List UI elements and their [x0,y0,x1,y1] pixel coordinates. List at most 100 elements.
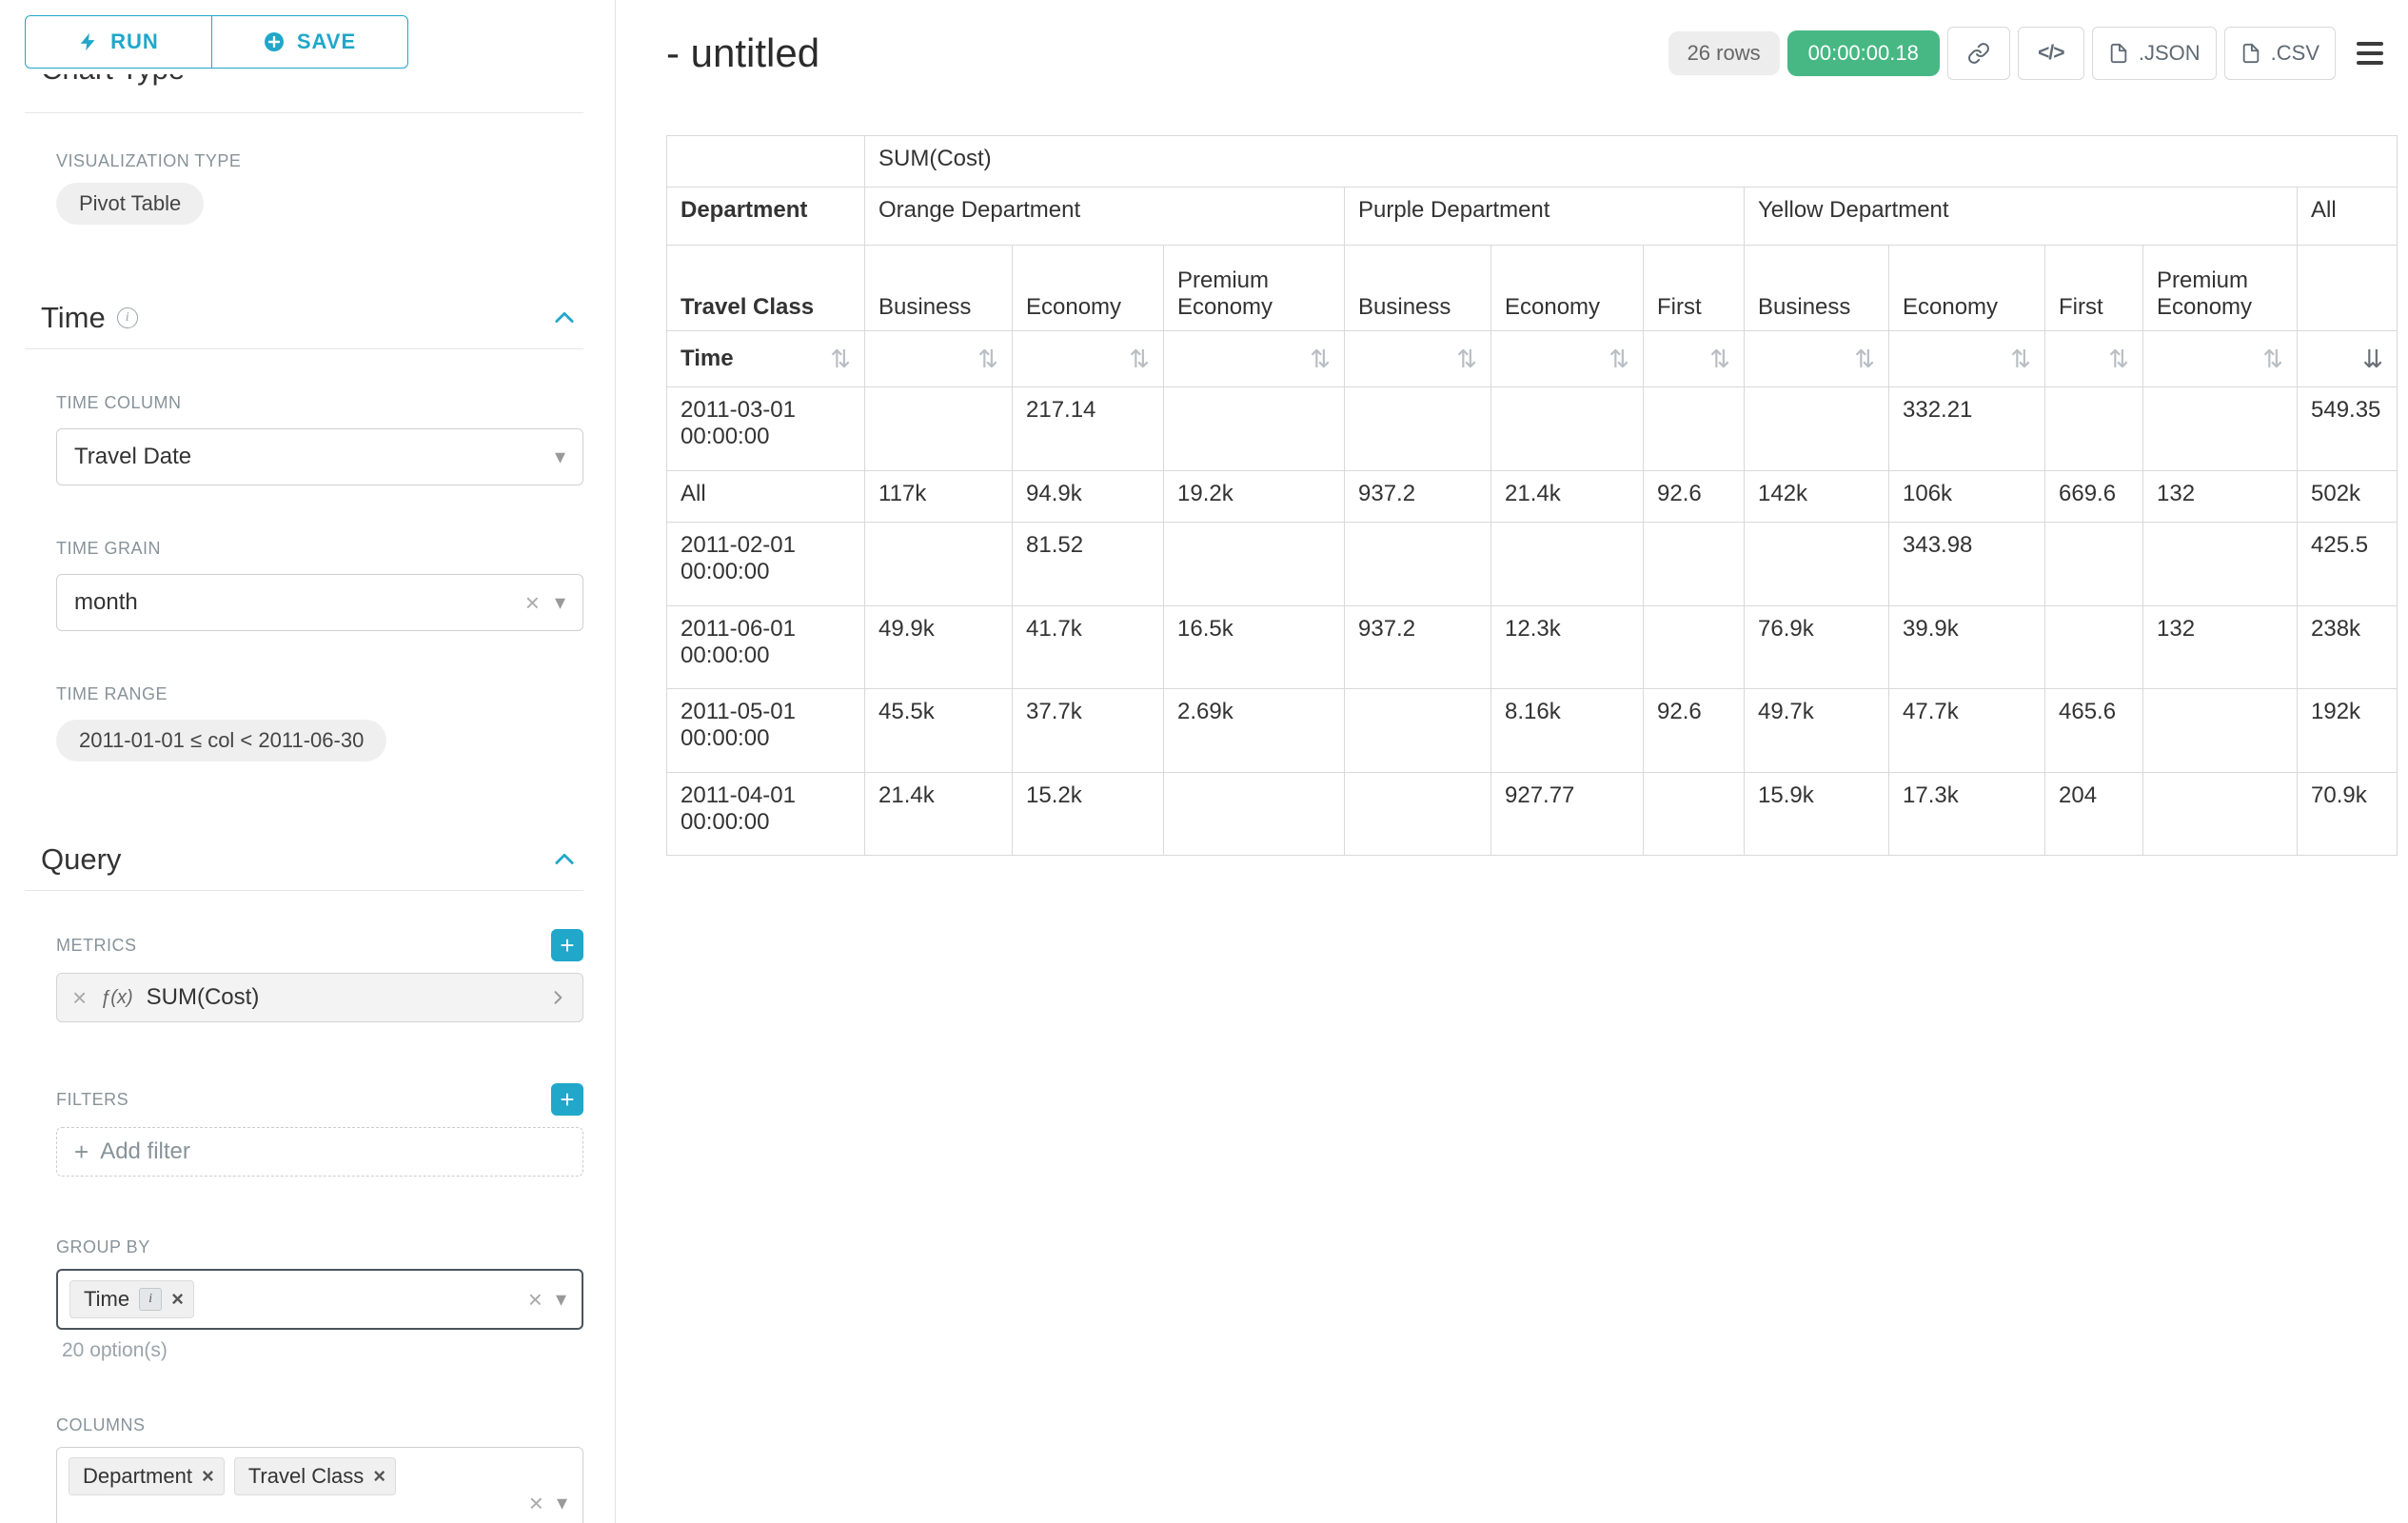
add-filter-plus-button[interactable]: + [551,1083,583,1116]
sort-icon[interactable]: ⇅ [1129,346,1150,371]
section-divider [25,348,583,349]
cell: 49.9k [865,606,1013,689]
travel-class-axis-label: Travel Class [667,246,865,331]
class-header: Premium Economy [2143,246,2298,331]
plus-icon: + [74,1137,89,1167]
clear-icon[interactable]: × [528,1287,543,1312]
add-filter-button[interactable]: + Add filter [56,1127,583,1177]
corner-cell [667,136,865,188]
remove-metric-icon[interactable]: × [72,985,87,1010]
time-column-select[interactable]: Travel Date ▾ [56,428,583,485]
cell: 76.9k [1745,606,1889,689]
row-label-cell: All [667,471,865,523]
sort-icon[interactable]: ⇅ [1854,346,1875,371]
file-icon [2240,43,2261,64]
filters-label: FILTERS [56,1090,128,1110]
more-options-button[interactable] [2343,27,2397,80]
row-label-cell: 2011-06-01 00:00:00 [667,606,865,689]
sort-desc-icon[interactable]: ⇊ [2362,346,2383,371]
sort-icon[interactable]: ⇅ [1609,346,1629,371]
cell: 425.5 [2298,523,2398,606]
cell [1644,773,1745,856]
sort-cell: ⇅ [1745,331,1889,387]
time-grain-select[interactable]: month × ▾ [56,574,583,631]
sort-icon[interactable]: ⇅ [830,346,851,371]
share-link-button[interactable] [1947,27,2010,80]
cell: 70.9k [2298,773,2398,856]
cell: 549.35 [2298,387,2398,471]
sort-cell: ⇅ [1013,331,1164,387]
class-header-empty [2298,246,2398,331]
chip-label: Travel Class [248,1464,364,1489]
cell [1644,523,1745,606]
remove-chip-icon[interactable]: × [202,1466,214,1487]
metric-chip[interactable]: × ƒ(x) SUM(Cost) [56,973,583,1022]
department-header-row: Department Orange Department Purple Depa… [667,188,2398,246]
cell [1164,387,1345,471]
add-metric-button[interactable]: + [551,929,583,961]
columns-chip-department: Department × [69,1457,225,1495]
remove-chip-icon[interactable]: × [373,1466,385,1487]
hamburger-icon [2357,51,2383,55]
visualization-type-pill[interactable]: Pivot Table [56,183,204,225]
sort-icon[interactable]: ⇅ [977,346,998,371]
row-count-badge: 26 rows [1668,31,1780,75]
cell: 92.6 [1644,689,1745,773]
cell: 17.3k [1889,773,2045,856]
info-icon: i [117,307,138,328]
sort-icon[interactable]: ⇅ [1456,346,1477,371]
chip-label: Time [84,1287,129,1312]
cell: 332.21 [1889,387,2045,471]
sort-cell: ⇅ [1889,331,2045,387]
sort-icon[interactable]: ⇅ [2262,346,2283,371]
metric-header-row: SUM(Cost) [667,136,2398,188]
chevron-up-icon[interactable] [551,846,578,873]
table-row: 2011-05-01 00:00:00 45.5k 37.7k 2.69k 8.… [667,689,2398,773]
sort-icon[interactable]: ⇅ [1709,346,1730,371]
department-header-purple: Purple Department [1345,188,1745,246]
class-header: Business [1345,246,1491,331]
group-by-select[interactable]: Time i × × ▾ [56,1269,583,1330]
time-row-axis-cell: Time ⇅ [667,331,865,387]
cell: 94.9k [1013,471,1164,523]
clear-icon[interactable]: × [529,1491,543,1515]
metrics-label: METRICS [56,936,137,956]
time-section-title-text: Time [41,301,106,335]
embed-code-button[interactable]: </> [2018,27,2084,80]
query-section-title-text: Query [41,842,121,877]
save-button[interactable]: SAVE [211,15,408,69]
cell: 39.9k [1889,606,2045,689]
cell [1345,689,1491,773]
run-button[interactable]: RUN [25,15,212,69]
chart-title[interactable]: - untitled [666,30,819,76]
sort-cell: ⇅ [865,331,1013,387]
plus-circle-icon [263,30,286,53]
sort-icon[interactable]: ⇅ [2108,346,2129,371]
group-by-options-hint: 20 option(s) [62,1339,583,1362]
cell [2143,523,2298,606]
cell [2045,606,2143,689]
time-axis-label: Time [681,346,734,372]
table-row: 2011-03-01 00:00:00 217.14 332.21 549.35 [667,387,2398,471]
export-json-button[interactable]: .JSON [2092,27,2217,80]
clear-icon[interactable]: × [525,590,540,615]
cell: 21.4k [1491,471,1644,523]
cell: 15.2k [1013,773,1164,856]
sort-icon[interactable]: ⇅ [1310,346,1331,371]
sort-icon[interactable]: ⇅ [2010,346,2031,371]
row-label-cell: 2011-03-01 00:00:00 [667,387,865,471]
time-grain-label: TIME GRAIN [56,539,583,559]
chart-type-heading: Chart Type [41,74,583,87]
cell: 217.14 [1013,387,1164,471]
columns-select[interactable]: Department × Travel Class × × ▾ [56,1447,583,1523]
columns-label: COLUMNS [56,1415,583,1435]
time-range-pill[interactable]: 2011-01-01 ≤ col < 2011-06-30 [56,720,386,762]
file-icon [2108,43,2129,64]
time-grain-value: month [74,589,138,616]
export-csv-button[interactable]: .CSV [2224,27,2336,80]
remove-chip-icon[interactable]: × [171,1289,184,1310]
chevron-up-icon[interactable] [551,305,578,331]
sort-cell: ⇅ [1491,331,1644,387]
metric-name: SUM(Cost) [147,984,535,1011]
cell [865,523,1013,606]
